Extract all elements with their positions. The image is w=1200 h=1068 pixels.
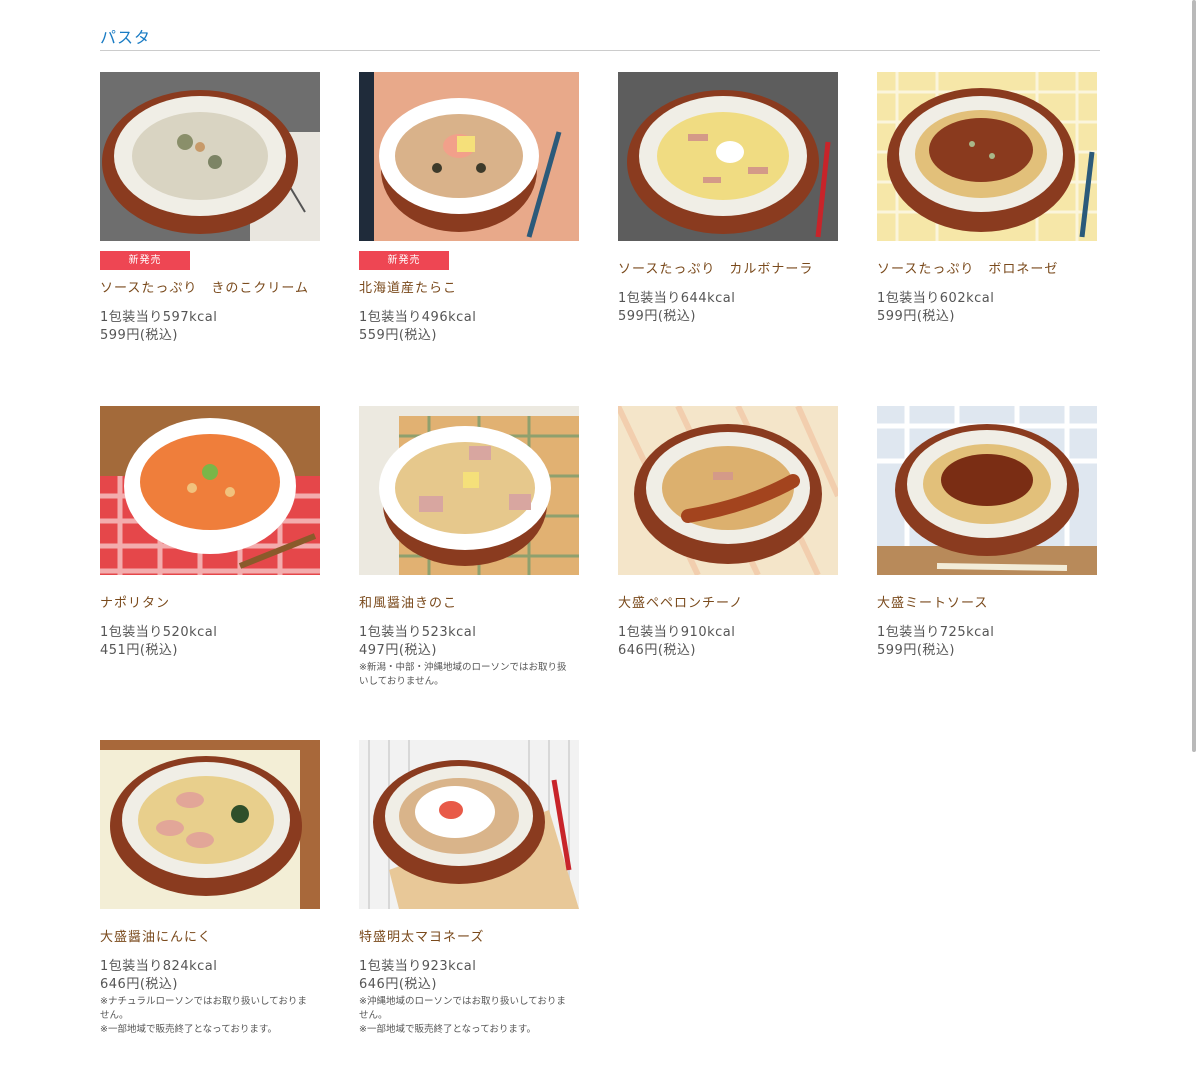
product-kcal: 1包装当り725kcal — [877, 625, 995, 640]
section-divider — [100, 50, 1100, 51]
product-photo[interactable] — [359, 72, 579, 241]
product-card: 新発売 ソースたっぷり きのこクリーム 1包装当り597kcal 599円(税込… — [100, 72, 320, 343]
product-price: 497円(税込) — [359, 643, 437, 658]
product-card: ナポリタン 1包装当り520kcal 451円(税込) — [100, 406, 320, 658]
product-photo[interactable] — [359, 740, 579, 909]
product-photo[interactable] — [618, 72, 838, 241]
product-price: 599円(税込) — [877, 309, 955, 324]
product-photo[interactable] — [100, 740, 320, 909]
product-card: 大盛ペペロンチーノ 1包装当り910kcal 646円(税込) — [618, 406, 838, 658]
product-kcal: 1包装当り597kcal — [100, 310, 218, 325]
product-photo[interactable] — [877, 72, 1097, 241]
new-badge: 新発売 — [359, 251, 449, 270]
product-kcal: 1包装当り910kcal — [618, 625, 736, 640]
product-name[interactable]: 大盛醤油にんにく — [100, 926, 212, 945]
product-name[interactable]: 特盛明太マヨネーズ — [359, 926, 484, 945]
product-price: 646円(税込) — [618, 643, 696, 658]
product-name[interactable]: 大盛ペペロンチーノ — [618, 592, 743, 611]
product-card: 大盛ミートソース 1包装当り725kcal 599円(税込) — [877, 406, 1097, 658]
product-price: 451円(税込) — [100, 643, 178, 658]
product-name[interactable]: ソースたっぷり ボロネーゼ — [877, 258, 1058, 277]
product-note: ※一部地域で販売終了となっております。 — [359, 1024, 536, 1035]
product-card: 新発売 北海道産たらこ 1包装当り496kcal 559円(税込) — [359, 72, 579, 343]
new-badge: 新発売 — [100, 251, 190, 270]
product-name[interactable]: ソースたっぷり カルボナーラ — [618, 258, 813, 277]
product-kcal: 1包装当り824kcal — [100, 959, 218, 974]
product-kcal: 1包装当り496kcal — [359, 310, 477, 325]
product-kcal: 1包装当り523kcal — [359, 625, 477, 640]
product-name[interactable]: 和風醤油きのこ — [359, 592, 457, 611]
vertical-scrollbar[interactable] — [1192, 0, 1196, 752]
product-card: 大盛醤油にんにく 1包装当り824kcal 646円(税込) ※ナチュラルローソ… — [100, 740, 320, 1035]
product-photo[interactable] — [100, 406, 320, 575]
product-note: ※ナチュラルローソンではお取り扱いしておりません。 — [100, 996, 307, 1021]
page: パスタ 新発売 ソースたっぷり きのこクリーム 1包装当り597kcal 599… — [0, 0, 1200, 1068]
product-card: 和風醤油きのこ 1包装当り523kcal 497円(税込) ※新潟・中部・沖縄地… — [359, 406, 579, 687]
product-note: ※一部地域で販売終了となっております。 — [100, 1024, 277, 1035]
product-note: ※新潟・中部・沖縄地域のローソンではお取り扱いしておりません。 — [359, 662, 567, 687]
product-kcal: 1包装当り602kcal — [877, 291, 995, 306]
product-price: 559円(税込) — [359, 328, 437, 343]
product-name[interactable]: ソースたっぷり きのこクリーム — [100, 277, 309, 296]
product-kcal: 1包装当り644kcal — [618, 291, 736, 306]
product-name[interactable]: ナポリタン — [100, 592, 170, 611]
product-kcal: 1包装当り520kcal — [100, 625, 218, 640]
section-title: パスタ — [100, 28, 152, 47]
product-name[interactable]: 大盛ミートソース — [877, 592, 988, 611]
product-price: 599円(税込) — [877, 643, 955, 658]
product-kcal: 1包装当り923kcal — [359, 959, 477, 974]
product-card: ソースたっぷり ボロネーゼ 1包装当り602kcal 599円(税込) — [877, 72, 1097, 324]
product-price: 646円(税込) — [359, 977, 437, 992]
product-price: 599円(税込) — [100, 328, 178, 343]
product-price: 646円(税込) — [100, 977, 178, 992]
product-name[interactable]: 北海道産たらこ — [359, 277, 457, 296]
product-price: 599円(税込) — [618, 309, 696, 324]
product-photo[interactable] — [100, 72, 320, 241]
product-photo[interactable] — [877, 406, 1097, 575]
product-card: 特盛明太マヨネーズ 1包装当り923kcal 646円(税込) ※沖縄地域のロー… — [359, 740, 579, 1035]
product-card: ソースたっぷり カルボナーラ 1包装当り644kcal 599円(税込) — [618, 72, 838, 324]
product-note: ※沖縄地域のローソンではお取り扱いしておりません。 — [359, 996, 566, 1021]
product-photo[interactable] — [359, 406, 579, 575]
product-photo[interactable] — [618, 406, 838, 575]
